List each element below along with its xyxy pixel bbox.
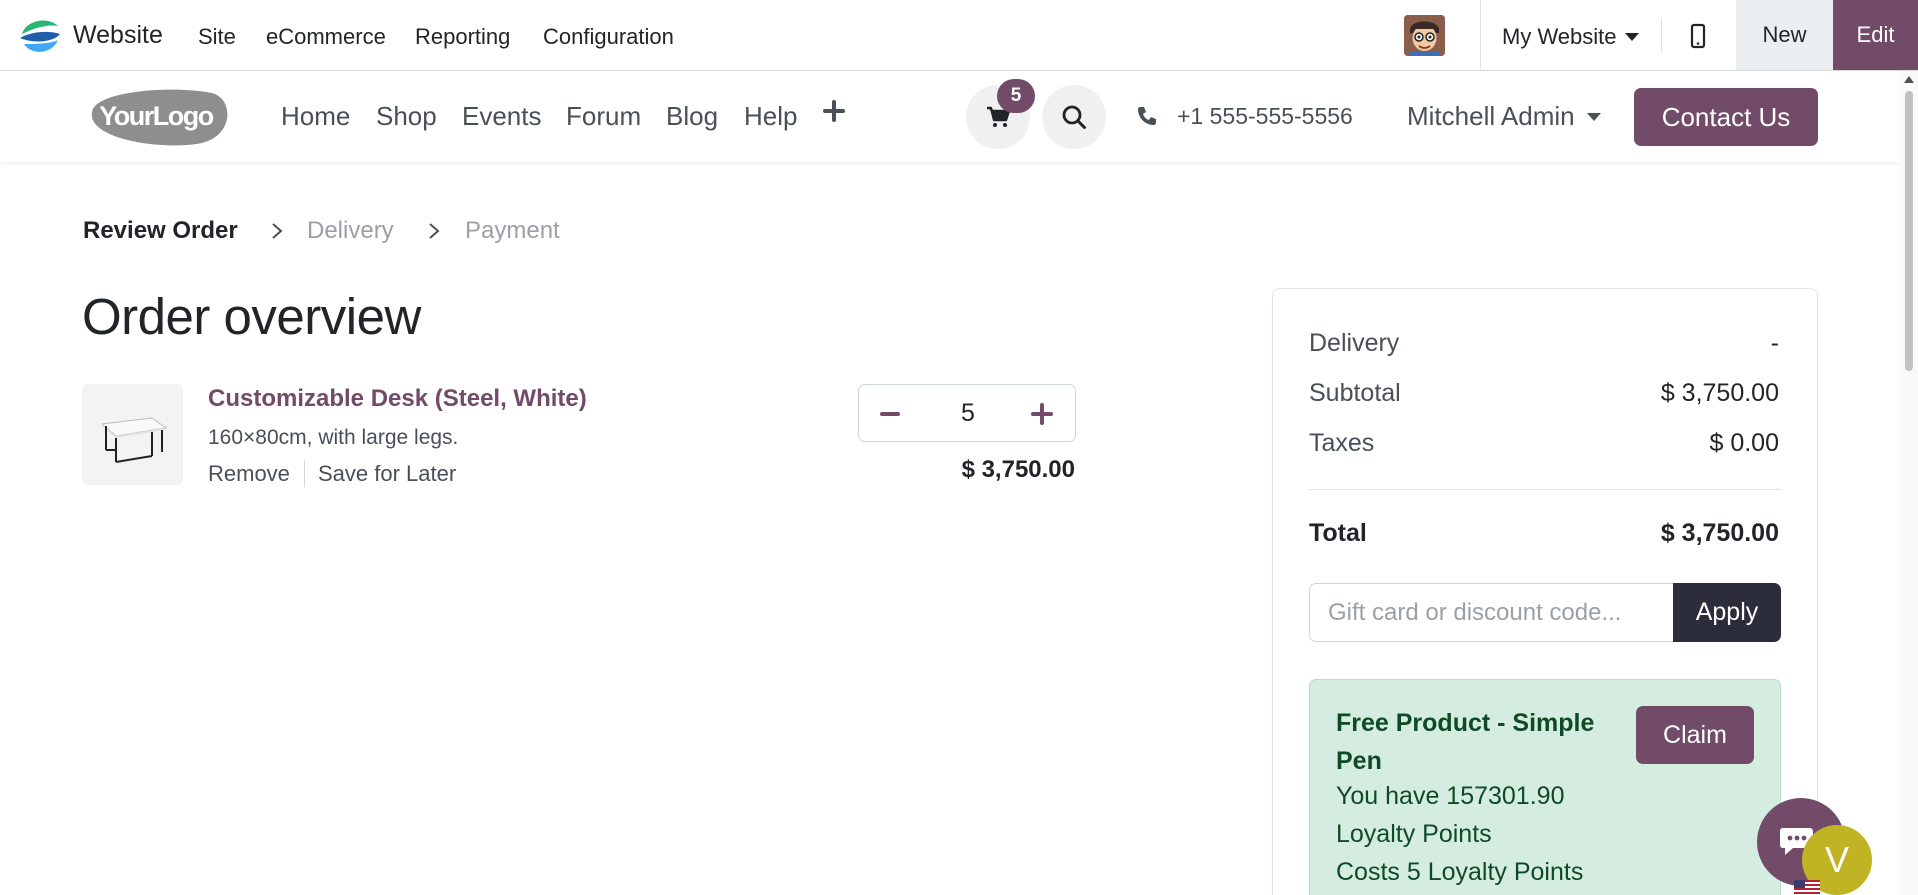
menu-site[interactable]: Site <box>198 24 236 50</box>
reward-title: Free Product - Simple Pen <box>1336 709 1595 775</box>
loyalty-reward-card: Free Product - Simple Pen You have 15730… <box>1309 679 1781 895</box>
total-label: Total <box>1309 519 1367 547</box>
quantity-input[interactable]: 5 <box>939 399 997 428</box>
claim-button[interactable]: Claim <box>1636 706 1754 764</box>
mobile-preview-icon[interactable] <box>1683 22 1713 52</box>
website-switcher-label: My Website <box>1502 24 1617 49</box>
reward-points-unit: Loyalty Points <box>1336 820 1492 848</box>
step-payment: Payment <box>465 217 560 244</box>
phone-number[interactable]: +1 555-555-5556 <box>1177 103 1353 130</box>
website-app-icon[interactable] <box>18 14 62 58</box>
user-menu[interactable]: Mitchell Admin <box>1407 101 1601 132</box>
subtotal-value: $ 3,750.00 <box>1660 379 1779 407</box>
search-icon <box>1062 105 1086 129</box>
subtotal-label: Subtotal <box>1309 379 1401 407</box>
divider <box>1661 18 1662 52</box>
company-logo-text: YourLogo <box>99 101 213 131</box>
reward-points-balance: You have 157301.90 <box>1336 782 1565 810</box>
taxes-label: Taxes <box>1309 429 1375 457</box>
reward-cost: Costs 5 Loyalty Points <box>1336 858 1584 886</box>
line-price: $ 3,750.00 <box>961 456 1075 483</box>
divider <box>1309 489 1781 490</box>
nav-blog[interactable]: Blog <box>666 101 718 132</box>
nav-events[interactable]: Events <box>462 101 542 132</box>
taxes-value: $ 0.00 <box>1709 429 1779 457</box>
scroll-thumb[interactable] <box>1905 91 1913 371</box>
divider <box>304 461 305 487</box>
company-logo[interactable]: YourLogo <box>82 85 232 147</box>
product-name-link[interactable]: Customizable Desk (Steel, White) <box>208 385 587 413</box>
delivery-value: - <box>1770 329 1779 357</box>
caret-down-icon <box>1586 112 1601 121</box>
search-button[interactable] <box>1042 85 1106 149</box>
user-avatar[interactable] <box>1404 15 1445 56</box>
user-menu-label: Mitchell Admin <box>1407 101 1575 131</box>
divider <box>1480 0 1481 70</box>
caret-down-icon <box>1624 32 1639 41</box>
scroll-up-arrow-icon[interactable] <box>1904 76 1914 83</box>
page-scrollbar[interactable] <box>1900 71 1918 895</box>
site-header: YourLogo Home Shop Events Forum Blog Hel… <box>0 71 1900 162</box>
quantity-stepper: 5 <box>858 384 1076 442</box>
chevron-right-icon <box>429 223 440 239</box>
menu-ecommerce[interactable]: eCommerce <box>266 24 386 50</box>
step-review-order[interactable]: Review Order <box>83 217 238 245</box>
delivery-label: Delivery <box>1309 329 1400 357</box>
nav-home[interactable]: Home <box>281 101 350 132</box>
menu-configuration[interactable]: Configuration <box>543 24 674 50</box>
save-for-later-link[interactable]: Save for Later <box>318 461 456 487</box>
cart-count-badge: 5 <box>997 79 1035 113</box>
nav-forum[interactable]: Forum <box>566 101 641 132</box>
remove-link[interactable]: Remove <box>208 461 290 487</box>
admin-navbar: Website Site eCommerce Reporting Configu… <box>0 0 1918 71</box>
edit-button[interactable]: Edit <box>1833 0 1918 70</box>
nav-shop[interactable]: Shop <box>376 101 437 132</box>
step-delivery: Delivery <box>307 217 394 244</box>
nav-help[interactable]: Help <box>744 101 797 132</box>
product-image[interactable] <box>82 384 183 485</box>
app-name[interactable]: Website <box>73 21 163 50</box>
phone-icon <box>1138 107 1156 125</box>
chevron-right-icon <box>272 223 283 239</box>
website-switcher[interactable]: My Website <box>1502 24 1639 50</box>
contact-us-button[interactable]: Contact Us <box>1634 88 1818 146</box>
desk-image <box>100 417 168 463</box>
plus-icon[interactable] <box>1027 399 1057 429</box>
page-title: Order overview <box>82 288 421 345</box>
new-button[interactable]: New <box>1736 0 1833 70</box>
promo-code-input[interactable] <box>1309 583 1673 642</box>
apply-button[interactable]: Apply <box>1673 583 1781 642</box>
order-summary: Delivery - Subtotal $ 3,750.00 Taxes $ 0… <box>1272 288 1818 895</box>
us-flag-icon[interactable] <box>1794 880 1820 895</box>
total-value: $ 3,750.00 <box>1660 519 1779 547</box>
product-description: 160×80cm, with large legs. <box>208 426 459 449</box>
menu-reporting[interactable]: Reporting <box>415 24 510 50</box>
add-menu-icon[interactable] <box>822 99 846 123</box>
minus-icon[interactable] <box>875 399 905 429</box>
